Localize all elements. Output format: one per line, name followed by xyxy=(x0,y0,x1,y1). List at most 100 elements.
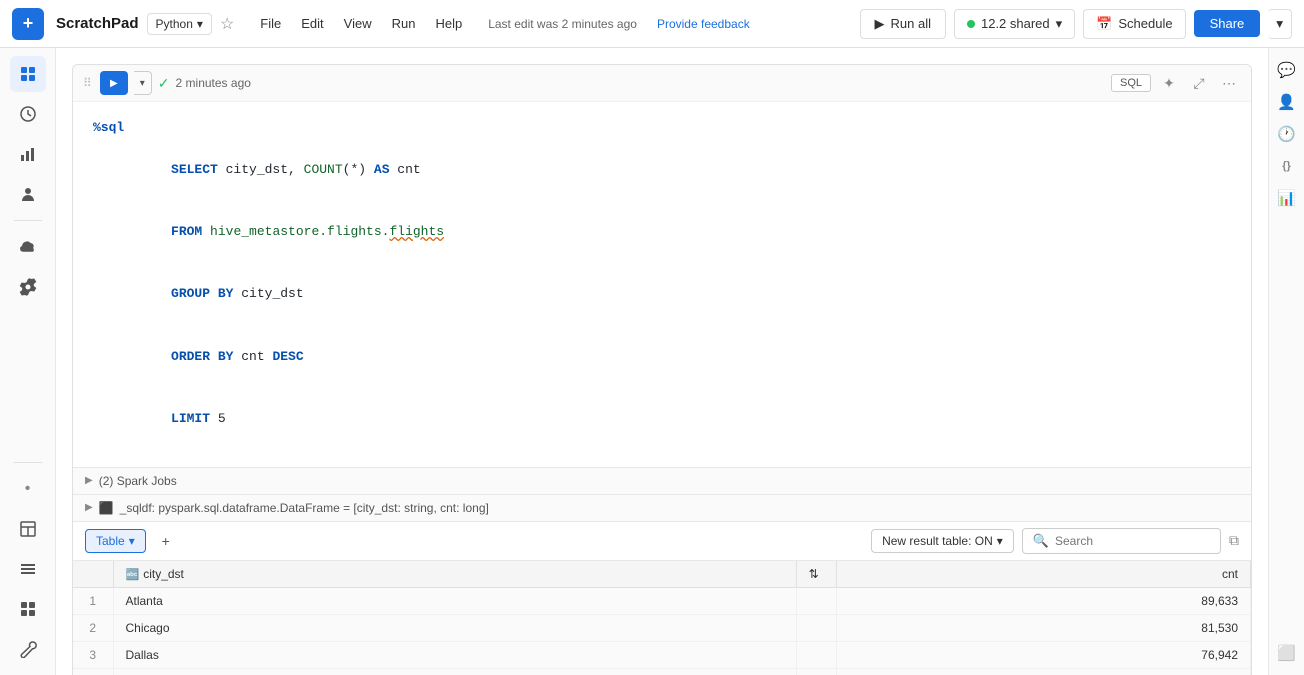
cell-toolbar-right: SQL ✦ ⤢ ⋯ xyxy=(1111,71,1241,95)
new-result-button[interactable]: New result table: ON ▾ xyxy=(871,529,1014,553)
cell-toolbar: ⠿ ▶ ▾ ✓ 2 minutes ago SQL ✦ ⤢ ⋯ xyxy=(73,65,1251,102)
topbar-right-actions: ▶ Run all 12.2 shared ▾ 📅 Schedule Share… xyxy=(860,9,1292,39)
table-row[interactable]: 3 Dallas 76,942 xyxy=(73,641,1251,668)
col-sort-header[interactable]: ⇅ xyxy=(796,561,836,588)
shared-dot-icon xyxy=(967,20,975,28)
row-empty-1 xyxy=(796,587,836,614)
chevron-down-icon: ▾ xyxy=(197,17,203,31)
run-cell-button[interactable]: ▶ xyxy=(100,71,128,95)
more-options-icon[interactable]: ⋯ xyxy=(1217,71,1241,95)
spark-jobs-row[interactable]: ▶ (2) Spark Jobs xyxy=(73,468,1251,495)
file-menu[interactable]: File xyxy=(250,12,291,35)
code-line-4: GROUP BY city_dst xyxy=(93,264,1231,326)
row-city-1: Atlanta xyxy=(113,587,796,614)
star-button[interactable]: ☆ xyxy=(220,14,234,34)
dataframe-label: _sqldf: pyspark.sql.dataframe.DataFrame … xyxy=(120,501,489,515)
expand-icon[interactable]: ⤢ xyxy=(1187,71,1211,95)
result-section: ▶ (2) Spark Jobs ▶ ⬛ _sqldf: pyspark.sql… xyxy=(73,467,1251,675)
sidebar-item-charts[interactable] xyxy=(10,136,46,172)
sidebar-item-history[interactable] xyxy=(10,96,46,132)
topbar: + ScratchPad Python ▾ ☆ File Edit View R… xyxy=(0,0,1304,48)
row-cnt-4: 57,041 xyxy=(836,668,1250,675)
code-parens: (*) xyxy=(343,162,374,177)
shared-chevron-icon: ▾ xyxy=(1056,16,1063,32)
shared-button[interactable]: 12.2 shared ▾ xyxy=(954,9,1075,39)
edit-menu[interactable]: Edit xyxy=(291,12,333,35)
sidebar-item-wrench[interactable] xyxy=(10,631,46,667)
schedule-button[interactable]: 📅 Schedule xyxy=(1083,9,1185,39)
code-groupby-col: city_dst xyxy=(233,286,303,301)
table-header: Table ▾ + New result table: ON ▾ 🔍 xyxy=(73,522,1251,561)
row-empty-3 xyxy=(796,641,836,668)
sidebar-bottom-separator xyxy=(14,462,42,463)
right-comments-icon[interactable]: 💬 xyxy=(1273,56,1301,84)
python-label: Python xyxy=(156,17,193,31)
right-code-icon[interactable]: {} xyxy=(1273,152,1301,180)
sidebar-item-blocks[interactable] xyxy=(10,591,46,627)
sidebar-item-dot1[interactable]: • xyxy=(10,471,46,507)
copy-icon[interactable]: ⧉ xyxy=(1229,532,1239,549)
python-selector[interactable]: Python ▾ xyxy=(147,13,212,35)
code-line-6: LIMIT 5 xyxy=(93,388,1231,450)
string-type-icon: 🔤 xyxy=(126,569,140,581)
code-table2: flights xyxy=(389,224,444,239)
share-button[interactable]: Share xyxy=(1194,10,1261,37)
search-icon: 🔍 xyxy=(1033,533,1049,549)
right-sidebar: 💬 👤 🕐 {} 📊 ⬜ xyxy=(1268,48,1304,675)
row-empty-4 xyxy=(796,668,836,675)
left-sidebar: • xyxy=(0,48,56,675)
sidebar-item-cloud[interactable] xyxy=(10,229,46,265)
expand-df-icon: ▶ xyxy=(85,502,93,513)
help-menu[interactable]: Help xyxy=(425,12,472,35)
table-row[interactable]: 2 Chicago 81,530 xyxy=(73,614,1251,641)
new-result-label: New result table: ON xyxy=(882,534,993,548)
run-all-label: Run all xyxy=(891,16,931,31)
run-all-button[interactable]: ▶ Run all xyxy=(860,9,946,39)
right-history-icon[interactable]: 🕐 xyxy=(1273,120,1301,148)
run-options-button[interactable]: ▾ xyxy=(134,71,152,95)
code-groupby: GROUP BY xyxy=(171,286,233,301)
provide-feedback-link[interactable]: Provide feedback xyxy=(657,17,750,31)
search-box[interactable]: 🔍 xyxy=(1022,528,1221,554)
logo-button[interactable]: + xyxy=(12,8,44,40)
drag-handle-icon[interactable]: ⠿ xyxy=(83,76,92,90)
right-profile-icon[interactable]: 👤 xyxy=(1273,88,1301,116)
sql-badge[interactable]: SQL xyxy=(1111,74,1151,92)
sidebar-item-home[interactable] xyxy=(10,56,46,92)
sparkle-icon[interactable]: ✦ xyxy=(1157,71,1181,95)
right-barchart-icon[interactable]: 📊 xyxy=(1273,184,1301,212)
add-tab-button[interactable]: + xyxy=(154,529,178,553)
right-panel-icon[interactable]: ⬜ xyxy=(1273,639,1301,667)
notebook-content: ⠿ ▶ ▾ ✓ 2 minutes ago SQL ✦ ⤢ ⋯ %sql SEL… xyxy=(56,48,1268,675)
code-select-cols: city_dst, xyxy=(218,162,304,177)
code-as: AS xyxy=(374,162,390,177)
code-limit-val: 5 xyxy=(210,411,226,426)
view-menu[interactable]: View xyxy=(334,12,382,35)
code-editor[interactable]: %sql SELECT city_dst, COUNT(*) AS cnt FR… xyxy=(73,102,1251,467)
cell-time-label: 2 minutes ago xyxy=(176,76,251,90)
col-city-header[interactable]: 🔤city_dst xyxy=(113,561,796,588)
table-tab[interactable]: Table ▾ xyxy=(85,529,146,553)
table-row[interactable]: 1 Atlanta 89,633 xyxy=(73,587,1251,614)
sidebar-item-users[interactable] xyxy=(10,176,46,212)
code-line-3: FROM hive_metastore.flights.flights xyxy=(93,201,1231,263)
search-input[interactable] xyxy=(1055,534,1210,548)
dataframe-row[interactable]: ▶ ⬛ _sqldf: pyspark.sql.dataframe.DataFr… xyxy=(73,495,1251,522)
row-empty-2 xyxy=(796,614,836,641)
sidebar-item-list[interactable] xyxy=(10,551,46,587)
calendar-icon: 📅 xyxy=(1096,16,1112,32)
table-tab-chevron-icon: ▾ xyxy=(129,534,135,548)
code-desc: DESC xyxy=(272,349,303,364)
sidebar-item-settings[interactable] xyxy=(10,269,46,305)
spark-jobs-label: (2) Spark Jobs xyxy=(99,474,177,488)
sidebar-item-table2[interactable] xyxy=(10,511,46,547)
results-table: 🔤city_dst ⇅ cnt 1 Atlanta 89,633 2 C xyxy=(73,561,1251,675)
row-city-2: Chicago xyxy=(113,614,796,641)
run-menu[interactable]: Run xyxy=(382,12,426,35)
col-cnt-header[interactable]: cnt xyxy=(836,561,1250,588)
code-line-5: ORDER BY cnt DESC xyxy=(93,326,1231,388)
more-actions-button[interactable]: ▾ xyxy=(1268,9,1292,39)
table-header-right: New result table: ON ▾ 🔍 ⧉ xyxy=(871,528,1239,554)
dataframe-icon: ⬛ xyxy=(99,501,114,515)
table-row[interactable]: 4 Houston 57,041 xyxy=(73,668,1251,675)
